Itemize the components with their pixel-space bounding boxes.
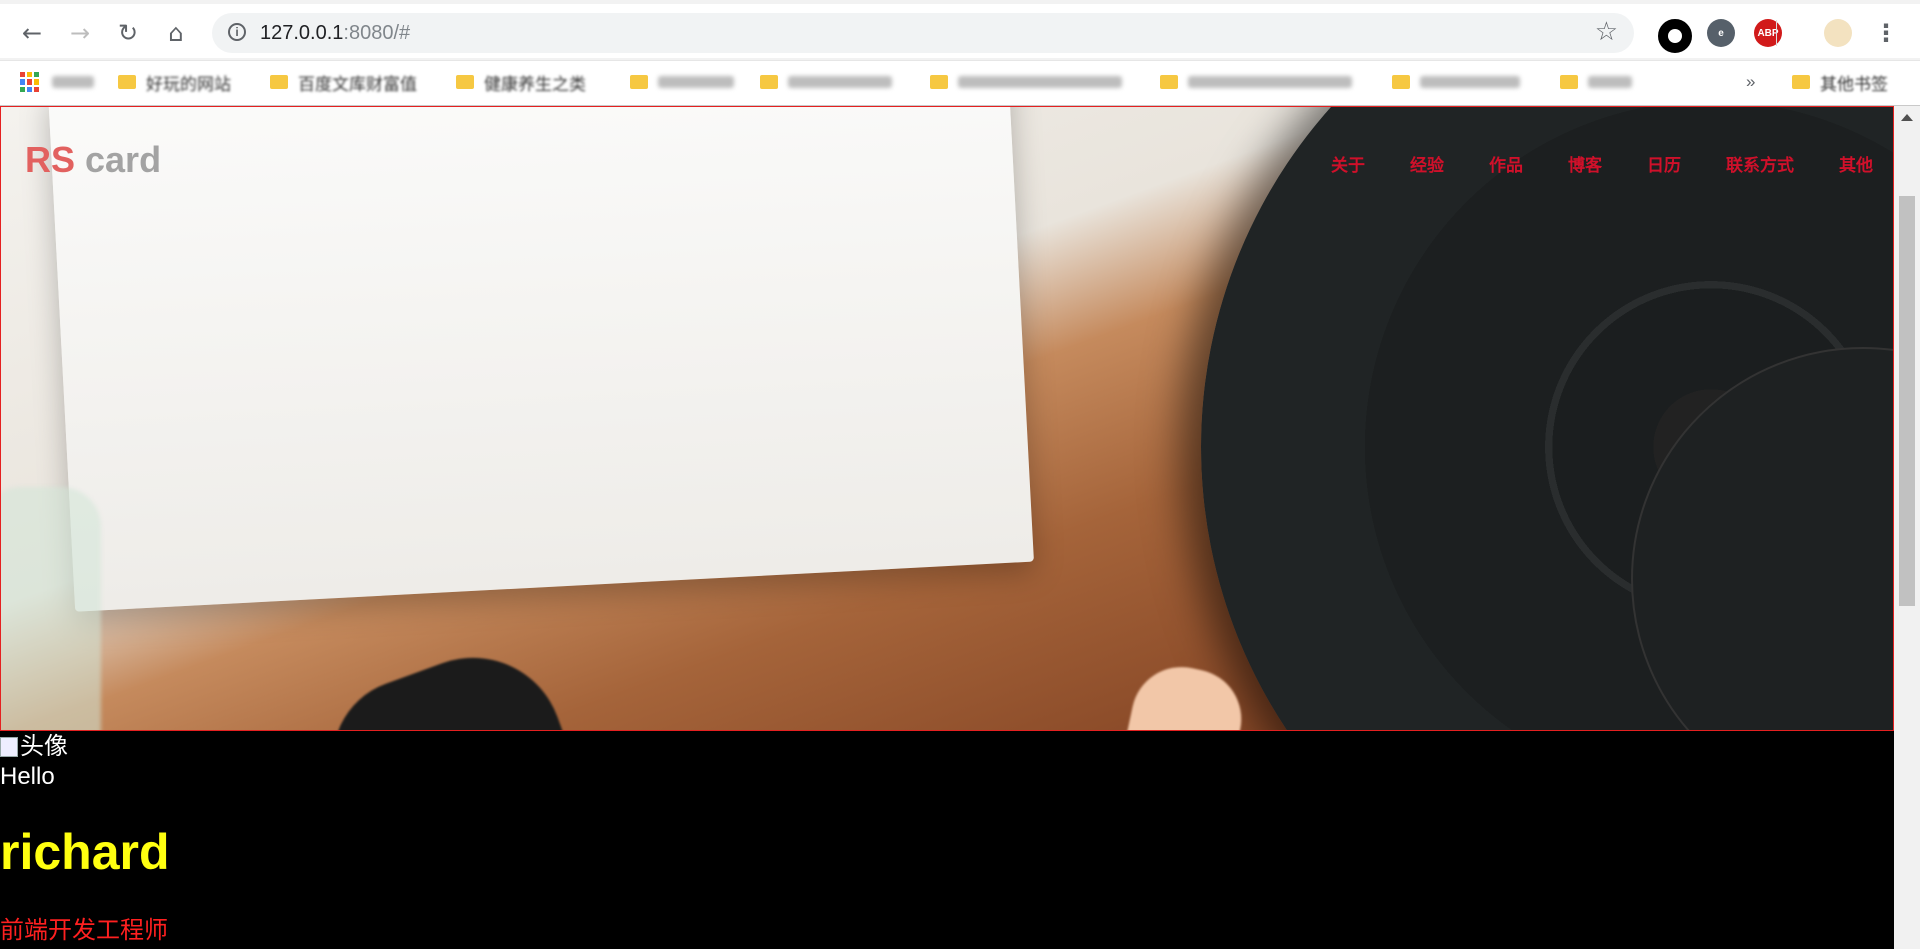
site-logo[interactable]: RS card bbox=[25, 139, 161, 181]
bookmark-star-icon[interactable]: ☆ bbox=[1595, 17, 1618, 47]
folder-icon bbox=[630, 75, 648, 89]
bookmark-folder[interactable] bbox=[1560, 69, 1632, 95]
bookmarks-overflow-icon[interactable]: » bbox=[1746, 69, 1755, 95]
forward-icon[interactable]: → bbox=[62, 15, 98, 51]
folder-icon bbox=[456, 75, 474, 89]
folder-icon bbox=[1392, 75, 1410, 89]
bookmark-folder[interactable] bbox=[1392, 69, 1520, 95]
bookmark-folder[interactable] bbox=[630, 69, 734, 95]
url-text[interactable]: 127.0.0.1:8080/# bbox=[260, 22, 410, 45]
bookmark-folder[interactable]: 百度文库财富值 bbox=[270, 69, 417, 95]
bookmark-label: 好玩的网站 bbox=[146, 74, 231, 94]
page-viewport: RS card 关于 经验 作品 博客 日历 联系方式 其他 头像 Hello … bbox=[0, 106, 1894, 949]
nav-item-blog[interactable]: 博客 bbox=[1568, 151, 1602, 176]
folder-icon bbox=[1160, 75, 1178, 89]
url-rest: :8080/# bbox=[343, 22, 411, 44]
folder-icon bbox=[118, 75, 136, 89]
avatar: 头像 bbox=[0, 732, 1892, 762]
e-icon[interactable]: e bbox=[1707, 19, 1735, 47]
scroll-up-arrow-icon[interactable] bbox=[1901, 114, 1913, 121]
nav-item-about[interactable]: 关于 bbox=[1331, 151, 1365, 176]
home-icon[interactable]: ⌂ bbox=[158, 15, 194, 51]
broken-image-icon bbox=[0, 737, 18, 757]
profile-name: richard bbox=[0, 824, 170, 880]
nav-item-contact[interactable]: 联系方式 bbox=[1726, 151, 1794, 176]
bookmark-folder[interactable] bbox=[1160, 69, 1352, 95]
nav-item-experience[interactable]: 经验 bbox=[1410, 151, 1444, 176]
bookmark-label: 百度文库财富值 bbox=[298, 74, 417, 94]
hero-sunglasses bbox=[310, 632, 582, 730]
hero-paper bbox=[48, 107, 1034, 612]
hero-glass bbox=[1, 487, 101, 730]
folder-icon bbox=[270, 75, 288, 89]
hero-hand bbox=[1101, 657, 1251, 730]
back-icon[interactable]: ← bbox=[14, 15, 50, 51]
folder-icon bbox=[1560, 75, 1578, 89]
other-bookmarks-label: 其他书签 bbox=[1820, 74, 1888, 94]
nav-item-other[interactable]: 其他 bbox=[1839, 151, 1873, 176]
o-icon[interactable] bbox=[1658, 19, 1692, 53]
bookmark-label: 健康养生之类 bbox=[484, 74, 586, 94]
browser-toolbar: ← → ↻ ⌂ i 127.0.0.1:8080/# ☆ e ABP ⋮ bbox=[0, 4, 1920, 58]
avatar-alt-text: 头像 bbox=[20, 733, 68, 760]
nav-item-calendar[interactable]: 日历 bbox=[1647, 151, 1681, 176]
menu-icon[interactable]: ⋮ bbox=[1868, 15, 1904, 51]
folder-icon bbox=[1792, 75, 1810, 89]
bookmark-folder[interactable] bbox=[760, 69, 892, 95]
abp-icon[interactable]: ABP bbox=[1754, 19, 1782, 47]
greeting-text: Hello bbox=[0, 763, 55, 790]
scroll-thumb[interactable] bbox=[1899, 196, 1915, 606]
info-icon[interactable]: i bbox=[228, 23, 246, 41]
page-scrollbar[interactable] bbox=[1894, 106, 1920, 949]
profile-avatar-icon[interactable] bbox=[1824, 19, 1852, 47]
hero-banner: RS card 关于 经验 作品 博客 日历 联系方式 其他 bbox=[0, 106, 1894, 731]
logo-rs: RS bbox=[25, 139, 76, 180]
folder-icon bbox=[760, 75, 778, 89]
logo-card: card bbox=[75, 139, 162, 180]
bookmarks-bar: 好玩的网站 百度文库财富值 健康养生之类 » 其他书签 bbox=[0, 60, 1920, 105]
url-host: 127.0.0.1 bbox=[260, 22, 344, 44]
main-nav: 关于 经验 作品 博客 日历 联系方式 其他 bbox=[1331, 151, 1893, 176]
toolbar-divider bbox=[1776, 20, 1777, 46]
browser-chrome: ← → ↻ ⌂ i 127.0.0.1:8080/# ☆ e ABP ⋮ 好玩的… bbox=[0, 0, 1920, 106]
address-bar[interactable]: i 127.0.0.1:8080/# ☆ bbox=[212, 13, 1634, 53]
apps-icon[interactable] bbox=[20, 69, 94, 95]
nav-item-works[interactable]: 作品 bbox=[1489, 151, 1523, 176]
reload-icon[interactable]: ↻ bbox=[110, 15, 146, 51]
bookmark-folder[interactable] bbox=[930, 69, 1122, 95]
bookmark-folder[interactable]: 健康养生之类 bbox=[456, 69, 586, 95]
other-bookmarks[interactable]: 其他书签 bbox=[1792, 69, 1888, 95]
folder-icon bbox=[930, 75, 948, 89]
profile-role: 前端开发工程师 bbox=[0, 917, 168, 944]
bookmark-folder[interactable]: 好玩的网站 bbox=[118, 69, 231, 95]
profile-section: 头像 Hello richard 前端开发工程师 bbox=[0, 732, 1892, 946]
